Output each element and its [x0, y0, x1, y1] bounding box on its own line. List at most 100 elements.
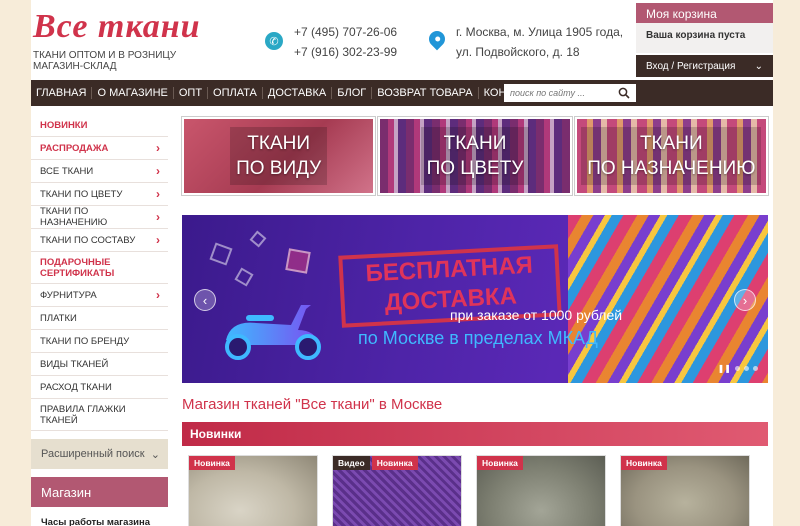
nav-item-home[interactable]: ГЛАВНАЯ [31, 87, 93, 99]
sidebar-item-label: РАСПРОДАЖА [40, 142, 109, 154]
new-badge: Новинка [477, 456, 523, 470]
sidebar-item-label: ПЛАТКИ [40, 312, 77, 324]
phone-numbers: +7 (495) 707-26-06 +7 (916) 302-23-99 [294, 22, 397, 62]
slider-next-button[interactable]: › [734, 289, 756, 311]
new-badge: Новинка [371, 456, 418, 470]
sidebar-item-new[interactable]: НОВИНКИ [31, 114, 168, 137]
nav-item-wholesale[interactable]: ОПТ [174, 87, 209, 99]
cart-empty-message: Ваша корзина пуста [636, 23, 773, 53]
nav-item-payment[interactable]: ОПЛАТА [208, 87, 263, 99]
login-register-label: Вход / Регистрация [646, 60, 736, 72]
sidebar-item-all-fabrics[interactable]: ВСЕ ТКАНИ › [31, 160, 168, 183]
sidebar-item-label: ПРАВИЛА ГЛАЖКИ ТКАНЕЙ [40, 403, 126, 426]
section-new-heading: Новинки [182, 422, 768, 446]
sidebar-item-accessories[interactable]: ФУРНИТУРА › [31, 284, 168, 307]
tile-by-purpose[interactable]: ТКАНИ ПО НАЗНАЧЕНИЮ [573, 116, 769, 196]
banner-subtitle-2: по Москве в пределах МКАД [358, 328, 598, 348]
tagline-line-1: ТКАНИ ОПТОМ И В РОЗНИЦУ [33, 50, 177, 61]
sidebar-item-label: ТКАНИ ПО БРЕНДУ [40, 335, 130, 347]
sidebar-item-by-color[interactable]: ТКАНИ ПО ЦВЕТУ › [31, 183, 168, 206]
tile-line-2: ПО ЦВЕТУ [426, 158, 524, 179]
chevron-right-icon: › [156, 140, 160, 155]
tile-line-1: ТКАНИ [247, 133, 311, 154]
product-card[interactable]: Новинка [476, 455, 606, 526]
product-badges: Видео Новинка [333, 456, 418, 470]
nav-item-blog[interactable]: БЛОГ [332, 87, 373, 99]
slider-dots: ❚❚ [718, 364, 758, 373]
search-icon[interactable] [614, 84, 634, 102]
phone-2[interactable]: +7 (916) 302-23-99 [294, 42, 397, 62]
decor-square [249, 230, 267, 248]
slider-prev-button[interactable]: ‹ [194, 289, 216, 311]
sidebar-item-label: ТКАНИ ПО СОСТАВУ [40, 234, 136, 246]
chevron-right-icon: › [156, 287, 160, 302]
scooter-icon [225, 305, 321, 360]
tile-label: ТКАНИ ПО НАЗНАЧЕНИЮ [581, 127, 762, 185]
sidebar-item-sale[interactable]: РАСПРОДАЖА › [31, 137, 168, 160]
phone-icon: ✆ [265, 32, 283, 50]
page: Все ткани ТКАНИ ОПТОМ И В РОЗНИЦУ МАГАЗИ… [31, 0, 773, 526]
product-list: Новинка Видео Новинка Новинка Новинка [188, 455, 768, 526]
tile-line-2: ПО НАЗНАЧЕНИЮ [587, 158, 756, 179]
chevron-right-icon: › [156, 232, 160, 247]
sidebar-item-label: ТКАНИ ПО ЦВЕТУ [40, 188, 123, 200]
decor-square [209, 242, 233, 266]
sidebar-item-ironing-rules[interactable]: ПРАВИЛА ГЛАЖКИ ТКАНЕЙ [31, 399, 168, 431]
search-input[interactable] [504, 88, 614, 98]
cart-title[interactable]: Моя корзина [636, 3, 773, 23]
product-card[interactable]: Новинка [620, 455, 750, 526]
advanced-search-label: Расширенный поиск [41, 448, 145, 460]
sidebar-item-label: НОВИНКИ [40, 119, 88, 131]
tile-by-color[interactable]: ТКАНИ ПО ЦВЕТУ [377, 116, 573, 196]
cart-widget: Моя корзина Ваша корзина пуста Вход / Ре… [636, 3, 773, 77]
chevron-down-icon: ⌄ [754, 60, 763, 72]
pause-icon[interactable]: ❚❚ [718, 364, 731, 373]
tagline-line-2: МАГАЗИН-СКЛАД [33, 61, 117, 72]
tile-line-1: ТКАНИ [443, 133, 507, 154]
sidebar-item-fabric-consumption[interactable]: РАСХОД ТКАНИ [31, 376, 168, 399]
page-title: Магазин тканей "Все ткани" в Москве [182, 396, 443, 413]
video-badge: Видео [333, 456, 370, 470]
decor-square [234, 267, 254, 287]
address-line-2: ул. Подвойского, д. 18 [456, 45, 580, 59]
slider-dot[interactable] [735, 366, 740, 371]
shop-heading: Магазин [31, 477, 168, 507]
product-badges: Новинка [621, 456, 667, 470]
nav-item-about[interactable]: О МАГАЗИНЕ [92, 87, 174, 99]
sidebar: НОВИНКИ РАСПРОДАЖА › ВСЕ ТКАНИ › ТКАНИ ПО … [31, 114, 168, 526]
sidebar-item-label: ФУРНИТУРА [40, 289, 97, 301]
slider-dot[interactable] [753, 366, 758, 371]
sidebar-item-label: ВИДЫ ТКАНЕЙ [40, 358, 109, 370]
nav-item-delivery[interactable]: ДОСТАВКА [263, 87, 333, 99]
sidebar-item-fabric-types[interactable]: ВИДЫ ТКАНЕЙ [31, 353, 168, 376]
sidebar-item-by-brand[interactable]: ТКАНИ ПО БРЕНДУ [31, 330, 168, 353]
location-pin-icon [425, 27, 449, 51]
new-badge: Новинка [621, 456, 667, 470]
sidebar-item-label: ПОДАРОЧНЫЕ СЕРТИФИКАТЫ [40, 256, 115, 279]
tile-line-2: ПО ВИДУ [236, 158, 322, 179]
advanced-search-toggle[interactable]: Расширенный поиск ⌄ [31, 439, 168, 469]
product-badges: Новинка [189, 456, 235, 470]
site-tagline: ТКАНИ ОПТОМ И В РОЗНИЦУ МАГАЗИН-СКЛАД [33, 50, 176, 72]
site-logo[interactable]: Все ткани [33, 8, 201, 46]
sidebar-item-by-composition[interactable]: ТКАНИ ПО СОСТАВУ › [31, 229, 168, 252]
category-tiles: ТКАНИ ПО ВИДУ ТКАНИ ПО ЦВЕТУ ТКАНИ ПО НА… [180, 116, 769, 196]
store-address: г. Москва, м. Улица 1905 года, ул. Подво… [456, 22, 623, 62]
sidebar-item-scarves[interactable]: ПЛАТКИ [31, 307, 168, 330]
sidebar-item-by-purpose[interactable]: ТКАНИ ПО НАЗНАЧЕНИЮ › [31, 206, 168, 229]
sidebar-item-label: ТКАНИ ПО НАЗНАЧЕНИЮ [40, 206, 108, 228]
tile-label: ТКАНИ ПО ВИДУ [230, 127, 328, 185]
banner-subtitle-1: при заказе от 1000 рублей [450, 307, 623, 323]
product-card[interactable]: Новинка [188, 455, 318, 526]
chevron-right-icon: › [156, 163, 160, 178]
product-card[interactable]: Видео Новинка [332, 455, 462, 526]
phone-1[interactable]: +7 (495) 707-26-06 [294, 22, 397, 42]
tile-by-type[interactable]: ТКАНИ ПО ВИДУ [180, 116, 377, 196]
nav-item-returns[interactable]: ВОЗВРАТ ТОВАРА [372, 87, 479, 99]
search-box [504, 84, 636, 102]
chevron-down-icon: ⌄ [150, 448, 160, 461]
slider-dot[interactable] [744, 366, 749, 371]
sidebar-item-gift-certificates[interactable]: ПОДАРОЧНЫЕ СЕРТИФИКАТЫ [31, 252, 168, 284]
login-register-button[interactable]: Вход / Регистрация ⌄ [636, 55, 773, 77]
promo-banner[interactable]: БЕСПЛАТНАЯ ДОСТАВКА при заказе от 1000 р… [182, 215, 768, 383]
